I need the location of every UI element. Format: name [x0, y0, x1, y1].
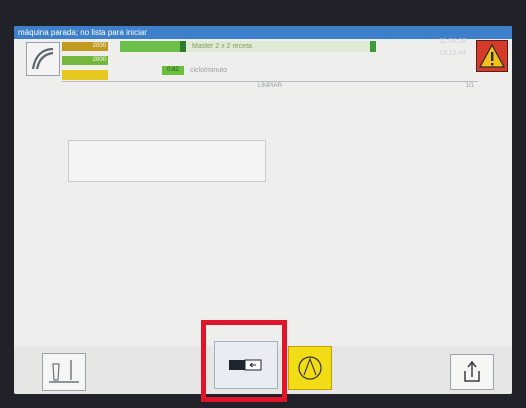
screen-title: LIMPIAR	[257, 83, 282, 89]
highlight-box	[201, 320, 287, 402]
status-bar: máquina parada; no lista para iniciar	[14, 26, 512, 39]
counter-3	[62, 70, 108, 80]
cycle-rate-label: ciclo/minuto	[190, 67, 227, 74]
export-button[interactable]	[450, 354, 494, 390]
clean-button[interactable]	[42, 353, 86, 391]
counter-2: 2000	[62, 56, 108, 65]
clock-time-1: 11:04:18	[439, 38, 466, 45]
page-indicator: 1/1	[465, 83, 474, 89]
cleaning-icon	[49, 360, 79, 383]
start-power-icon	[298, 356, 322, 380]
logo-button[interactable]	[26, 42, 60, 76]
clock-time-2: 13:12:44	[438, 50, 466, 57]
recipe-bar[interactable]: Master 2 x 2 receta	[120, 41, 376, 52]
export-icon	[464, 360, 480, 382]
recipe-marker	[180, 41, 186, 52]
recipe-label: Master 2 x 2 receta	[192, 43, 252, 50]
warning-button[interactable]	[476, 40, 508, 72]
counter-1: 2000	[62, 42, 108, 51]
recipe-progress	[120, 41, 180, 52]
machine-logo-icon	[31, 47, 54, 70]
start-button[interactable]	[288, 346, 332, 390]
status-message: máquina parada; no lista para iniciar	[18, 28, 147, 37]
recipe-end-marker	[370, 41, 376, 52]
warning-triangle-icon	[478, 43, 506, 68]
cycle-rate-value: 0.62	[162, 66, 184, 75]
content-panel	[68, 140, 266, 182]
